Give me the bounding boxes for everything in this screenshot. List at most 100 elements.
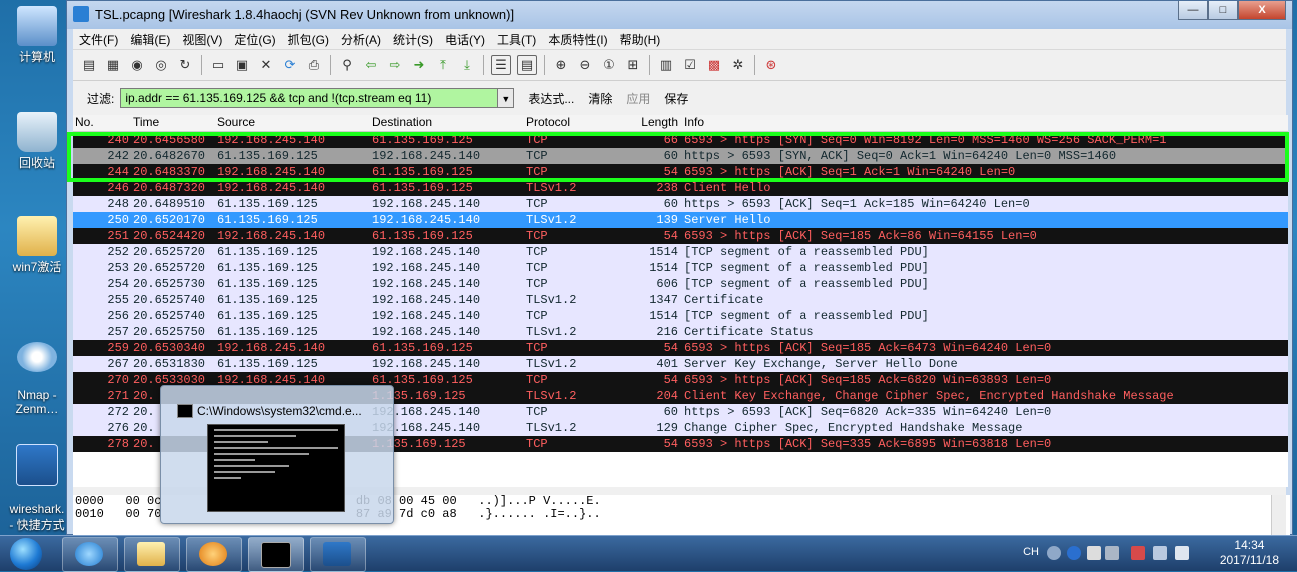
- save-file-icon[interactable]: ▣: [233, 56, 251, 74]
- save-button[interactable]: 保存: [664, 90, 688, 107]
- taskbar-cmd[interactable]: [248, 537, 304, 572]
- column-info[interactable]: Info: [680, 115, 1288, 131]
- packet-cell-proto: TCP: [526, 341, 548, 355]
- go-forward-icon[interactable]: ⇨: [386, 56, 404, 74]
- packet-cell-time: 20.6531830: [133, 357, 206, 371]
- packet-row[interactable]: 257 20.6525750 61.135.169.125 192.168.245.1…: [73, 324, 1288, 340]
- start-button[interactable]: [4, 536, 50, 571]
- chevron-down-icon[interactable]: ▼: [498, 88, 515, 108]
- capture-options-icon[interactable]: ▦: [104, 56, 122, 74]
- stop-capture-icon[interactable]: ◎: [152, 56, 170, 74]
- display-filter-input[interactable]: [120, 88, 499, 108]
- resize-columns-icon[interactable]: ⊞: [624, 56, 642, 74]
- menu-tools[interactable]: 工具(T): [497, 31, 536, 48]
- print-icon[interactable]: ⎙: [305, 56, 323, 74]
- column-length[interactable]: Length: [630, 115, 680, 131]
- ime-icon[interactable]: [1047, 546, 1061, 560]
- menu-view[interactable]: 视图(V): [182, 31, 222, 48]
- restart-capture-icon[interactable]: ↻: [176, 56, 194, 74]
- zoom-in-icon[interactable]: ⊕: [552, 56, 570, 74]
- chevron-up-icon[interactable]: [1105, 546, 1119, 560]
- desktop-icon-recycle-bin[interactable]: 回收站: [4, 112, 70, 171]
- zoom-normal-icon[interactable]: ①: [600, 56, 618, 74]
- minimize-button[interactable]: —: [1178, 1, 1208, 20]
- find-packet-icon[interactable]: ⚲: [338, 56, 356, 74]
- go-back-icon[interactable]: ⇦: [362, 56, 380, 74]
- taskbar-explorer[interactable]: [124, 537, 180, 572]
- packet-row[interactable]: 253 20.6525720 61.135.169.125 192.168.245.1…: [73, 260, 1288, 276]
- help-icon[interactable]: [1067, 546, 1081, 560]
- maximize-button[interactable]: □: [1208, 1, 1238, 20]
- column-no[interactable]: No.: [73, 115, 133, 131]
- help-icon[interactable]: ⊛: [762, 56, 780, 74]
- packet-row[interactable]: 246 20.6487320 192.168.245.140 61.135.169.1…: [73, 180, 1288, 196]
- packet-row[interactable]: 255 20.6525740 61.135.169.125 192.168.245.1…: [73, 292, 1288, 308]
- packet-cell-info: Certificate: [684, 293, 764, 307]
- taskbar-media-player[interactable]: [186, 537, 242, 572]
- desktop-icon-win7[interactable]: win7激活: [4, 216, 70, 275]
- auto-scroll-icon[interactable]: ▤: [517, 55, 537, 75]
- clock-time: 14:34: [1234, 538, 1265, 552]
- packet-row[interactable]: 242 20.6482670 61.135.169.125 192.168.245.1…: [73, 148, 1288, 164]
- menu-icon[interactable]: [1087, 546, 1101, 560]
- bytes-scrollbar[interactable]: [1271, 495, 1286, 535]
- packet-row[interactable]: 240 20.6456580 192.168.245.140 61.135.169.1…: [73, 132, 1288, 148]
- packet-cell-proto: TCP: [526, 197, 548, 211]
- packet-cell-len: 66: [663, 133, 678, 147]
- apply-button[interactable]: 应用: [626, 90, 650, 107]
- preferences-icon[interactable]: ✲: [729, 56, 747, 74]
- expression-button[interactable]: 表达式...: [528, 90, 574, 107]
- packet-cell-proto: TCP: [526, 229, 548, 243]
- zoom-out-icon[interactable]: ⊖: [576, 56, 594, 74]
- last-packet-icon[interactable]: ⤓: [458, 56, 476, 74]
- packet-row[interactable]: 254 20.6525730 61.135.169.125 192.168.245.1…: [73, 276, 1288, 292]
- packet-row[interactable]: 244 20.6483370 192.168.245.140 61.135.169.1…: [73, 164, 1288, 180]
- start-capture-icon[interactable]: ◉: [128, 56, 146, 74]
- first-packet-icon[interactable]: ⤒: [434, 56, 452, 74]
- desktop-icon-nmap[interactable]: Nmap - Zenm…: [4, 328, 70, 430]
- menu-help[interactable]: 帮助(H): [620, 31, 661, 48]
- volume-icon[interactable]: [1175, 546, 1189, 560]
- clear-button[interactable]: 清除: [588, 90, 612, 107]
- packet-row[interactable]: 250 20.6520170 61.135.169.125 192.168.245.1…: [73, 212, 1288, 228]
- column-protocol[interactable]: Protocol: [526, 115, 630, 131]
- capture-filters-icon[interactable]: ▥: [657, 56, 675, 74]
- coloring-rules-icon[interactable]: ▩: [705, 56, 723, 74]
- packet-row[interactable]: 248 20.6489510 61.135.169.125 192.168.245.1…: [73, 196, 1288, 212]
- menu-statistics[interactable]: 统计(S): [393, 31, 433, 48]
- packet-row[interactable]: 256 20.6525740 61.135.169.125 192.168.245.1…: [73, 308, 1288, 324]
- desktop-icon-wireshark[interactable]: wireshark. - 快捷方式: [4, 430, 70, 547]
- packet-row[interactable]: 251 20.6524420 192.168.245.140 61.135.169.1…: [73, 228, 1288, 244]
- title-bar[interactable]: TSL.pcapng [Wireshark 1.8.4haochj (SVN R…: [67, 1, 1292, 29]
- open-file-icon[interactable]: ▭: [209, 56, 227, 74]
- display-filters-icon[interactable]: ☑: [681, 56, 699, 74]
- packet-cell-proto: TCP: [526, 133, 548, 147]
- menu-analyze[interactable]: 分析(A): [341, 31, 381, 48]
- interfaces-icon[interactable]: ▤: [80, 56, 98, 74]
- column-destination[interactable]: Destination: [372, 115, 526, 131]
- close-file-icon[interactable]: ✕: [257, 56, 275, 74]
- cmd-thumbnail-preview[interactable]: C:\Windows\system32\cmd.e...: [160, 385, 394, 524]
- packet-row[interactable]: 252 20.6525720 61.135.169.125 192.168.245.1…: [73, 244, 1288, 260]
- language-indicator[interactable]: CH: [1023, 546, 1039, 558]
- flag-icon[interactable]: [1131, 546, 1145, 560]
- reload-icon[interactable]: ⟳: [281, 56, 299, 74]
- menu-telephony[interactable]: 电话(Y): [445, 31, 485, 48]
- column-source[interactable]: Source: [217, 115, 372, 131]
- column-time[interactable]: Time: [133, 115, 217, 131]
- close-button[interactable]: X: [1238, 1, 1286, 20]
- packet-row[interactable]: 259 20.6530340 192.168.245.140 61.135.169.1…: [73, 340, 1288, 356]
- taskbar-ie[interactable]: [62, 537, 118, 572]
- desktop-icon-computer[interactable]: 计算机: [4, 6, 70, 65]
- menu-go[interactable]: 定位(G): [234, 31, 275, 48]
- go-to-packet-icon[interactable]: ➜: [410, 56, 428, 74]
- taskbar-wireshark[interactable]: [310, 537, 366, 572]
- packet-row[interactable]: 267 20.6531830 61.135.169.125 192.168.245.1…: [73, 356, 1288, 372]
- menu-internals[interactable]: 本质特性(I): [548, 31, 607, 48]
- menu-capture[interactable]: 抓包(G): [288, 31, 329, 48]
- network-icon[interactable]: [1153, 546, 1167, 560]
- menu-file[interactable]: 文件(F): [79, 31, 118, 48]
- menu-edit[interactable]: 编辑(E): [130, 31, 170, 48]
- colorize-icon[interactable]: ☰: [491, 55, 511, 75]
- clock[interactable]: 14:34 2017/11/18: [1220, 538, 1279, 568]
